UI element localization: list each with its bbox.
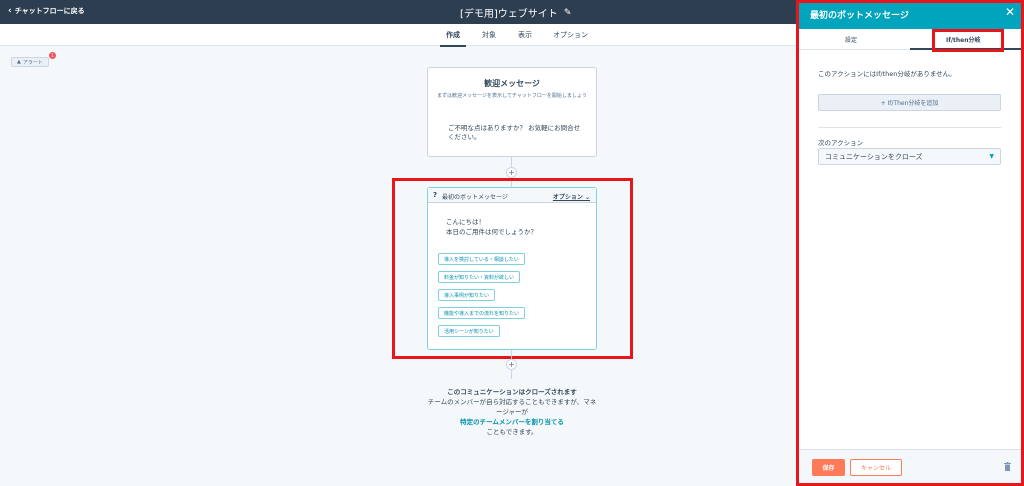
flow-end-text: こともできます。 [486, 428, 538, 436]
add-step-plus-icon[interactable]: + [506, 167, 517, 178]
flow-end-text: ージャーが [495, 408, 529, 416]
welcome-card-message: ご不明な点はありますか？ お気軽にお問合せください。 [448, 124, 581, 141]
page-title[interactable]: [デモ用]ウェブサイト ✎ [460, 5, 572, 21]
assign-team-member-link[interactable]: 特定のチームメンバーを割り当てる [427, 417, 597, 427]
flow-end-title: このコミュニケーションはクローズされます [447, 388, 577, 396]
welcome-message-card[interactable]: 歓迎メッセージ まずは歓迎メッセージを表示してチャットフローを開始しましょう ご… [427, 67, 597, 157]
warning-icon: ▲ [17, 59, 21, 65]
alert-button[interactable]: ▲ アラート [11, 57, 49, 67]
back-to-chatflows-link[interactable]: ‹ チャットフローに戻る [8, 6, 85, 16]
chevron-left-icon: ‹ [8, 5, 12, 16]
welcome-card-subtitle: まずは歓迎メッセージを表示してチャットフローを開始しましょう [437, 93, 587, 99]
page-title-text: [デモ用]ウェブサイト [460, 9, 558, 20]
flow-connector [511, 370, 512, 379]
highlight-box [392, 178, 633, 359]
editor-tabs: 作成 対象 表示 オプション [0, 24, 797, 47]
alert-label: アラート [22, 59, 43, 66]
top-bar: ‹ チャットフローに戻る [デモ用]ウェブサイト ✎ [0, 0, 797, 24]
highlight-box [796, 0, 1024, 486]
pencil-icon[interactable]: ✎ [564, 8, 572, 18]
tab-build[interactable]: 作成 [440, 30, 466, 47]
flow-end-message: このコミュニケーションはクローズされます チームのメンバーが自ら対応することもで… [427, 387, 597, 437]
alert-count-badge: 1 [49, 52, 56, 59]
flow-end-text: チームのメンバーが自ら対応することもできますが、マネ [427, 398, 597, 406]
tab-target[interactable]: 対象 [482, 30, 496, 40]
back-link-label: チャットフローに戻る [14, 7, 85, 15]
welcome-card-title: 歓迎メッセージ [484, 79, 540, 88]
add-step-plus-icon[interactable]: + [506, 359, 517, 370]
tab-options[interactable]: オプション [553, 30, 588, 40]
tab-display[interactable]: 表示 [518, 30, 532, 40]
